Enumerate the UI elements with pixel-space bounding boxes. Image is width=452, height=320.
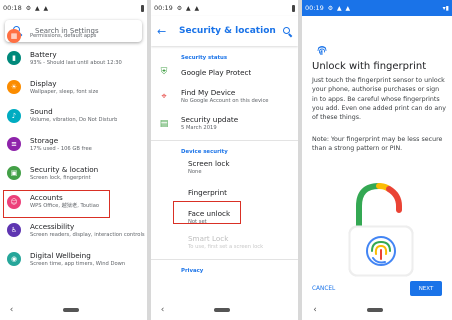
- status-item-title: Google Play Protect: [181, 67, 252, 77]
- status-time: 00:19: [305, 4, 324, 12]
- section-header-security-status: Security status: [181, 55, 228, 61]
- nav-home-icon[interactable]: [366, 308, 383, 312]
- status-item-icon: ⌖: [161, 91, 167, 102]
- settings-item-apps[interactable]: ▦ Permissions, default apps: [0, 26, 147, 46]
- status-item-title: Find My Device: [181, 88, 236, 97]
- settings-item-title: Accessibility: [30, 221, 75, 231]
- device-item-sub: To use, first set a screen lock: [188, 244, 264, 250]
- settings-item[interactable]: ☀ Display Wallpaper, sleep, font size: [0, 73, 147, 102]
- fingerprint-setup-panel: 00:19 ⚙ ▲ ▲ ▾▮ Unlock with fingerprint J…: [302, 0, 452, 320]
- settings-item-icon: ▣: [7, 166, 21, 181]
- settings-item[interactable]: ♿ Accessibility Screen readers, display, i…: [0, 216, 147, 245]
- status-icons: ⚙ ▲ ▲: [25, 4, 50, 12]
- section-header-privacy: Privacy: [181, 268, 204, 274]
- settings-item-title: Storage: [30, 135, 59, 145]
- status-bar: 00:19 ⚙ ▲ ▲: [151, 0, 298, 16]
- settings-item-sub: Screen readers, display, interaction con…: [30, 231, 145, 238]
- settings-panel: 00:18 ⚙ ▲ ▲ Search in Settings ▦ Permiss…: [0, 0, 147, 320]
- nav-home-icon[interactable]: [63, 308, 80, 312]
- settings-item-title: Digital Wellbeing: [30, 250, 91, 260]
- settings-item-sub: Wallpaper, sleep, font size: [30, 88, 99, 95]
- settings-item-icon: ◉: [7, 252, 21, 267]
- settings-item-title: Security & location: [30, 164, 99, 174]
- settings-item-icon: ▮: [7, 51, 21, 66]
- settings-item-sub: Permissions, default apps: [30, 33, 97, 39]
- status-icons: ⚙ ▲ ▲: [176, 4, 201, 12]
- cancel-button[interactable]: CANCEL: [312, 286, 335, 292]
- security-status-item[interactable]: ⌖ Find My Device No Google Account on this…: [151, 83, 298, 110]
- battery-icon: ▾▮: [442, 4, 449, 12]
- nav-back-icon[interactable]: ‹: [10, 305, 14, 315]
- settings-item-icon: ☀: [7, 80, 21, 95]
- page-title: Unlock with fingerprint: [312, 61, 427, 72]
- device-security-item[interactable]: Screen lock None: [151, 155, 298, 180]
- device-item-title: Smart Lock: [188, 234, 229, 243]
- status-item-icon: ⛨: [160, 67, 168, 77]
- fingerprint-lock-illustration: [348, 183, 414, 277]
- settings-item[interactable]: ♪ Sound Volume, vibration, Do Not Disturb: [0, 101, 147, 130]
- section-header-device-security: Device security: [181, 149, 228, 155]
- status-item-sub: 5 March 2019: [181, 125, 217, 131]
- settings-item-sub: Screen time, app timers, Wind Down: [30, 260, 126, 267]
- app-header: ← Security & location: [151, 16, 298, 46]
- device-item-title: Screen lock: [188, 159, 230, 168]
- back-arrow-icon[interactable]: ←: [157, 25, 171, 38]
- device-item-title: Fingerprint: [188, 188, 227, 197]
- nav-bar: ‹: [0, 300, 147, 320]
- settings-item[interactable]: ▣ Security & location Screen lock, fingerp…: [0, 159, 147, 188]
- settings-item-icon: ≡: [7, 137, 21, 152]
- settings-item-sub: Screen lock, fingerprint: [30, 174, 91, 181]
- nav-bar: ‹: [302, 300, 452, 320]
- description-text: Just touch the fingerprint sensor to unl…: [312, 77, 446, 122]
- security-status-item[interactable]: ▤ Security update 5 March 2019: [151, 110, 298, 137]
- battery-icon: [141, 4, 144, 12]
- settings-item[interactable]: ◉ Digital Wellbeing Screen time, app timer…: [0, 245, 147, 274]
- settings-item-sub: 17% used - 106 GB free: [30, 145, 92, 152]
- settings-item[interactable]: ≡ Storage 17% used - 106 GB free: [0, 130, 147, 159]
- settings-item-icon: ♪: [7, 108, 21, 123]
- next-button[interactable]: NEXT: [410, 281, 442, 296]
- nav-bar: ‹: [151, 300, 298, 320]
- status-icons: ⚙ ▲ ▲: [327, 4, 352, 12]
- device-item-sub: None: [188, 169, 202, 175]
- status-item-icon: ▤: [159, 118, 169, 129]
- settings-item-sub: Volume, vibration, Do Not Disturb: [30, 117, 118, 124]
- settings-item-title: Sound: [30, 107, 53, 117]
- settings-item-title: Battery: [30, 49, 57, 59]
- page-title: Security & location: [179, 26, 276, 36]
- status-bar: 00:18 ⚙ ▲ ▲: [0, 0, 147, 16]
- settings-item-sub: 93% - Should last until about 12:30: [30, 59, 122, 66]
- status-time: 00:18: [3, 4, 22, 12]
- highlight-security-location: [3, 190, 110, 218]
- apps-icon: ▦: [7, 29, 21, 43]
- nav-back-icon[interactable]: ‹: [313, 305, 317, 315]
- device-security-item: Smart Lock To use, first set a screen loc…: [151, 230, 298, 255]
- settings-item-icon: ♿: [7, 223, 21, 238]
- search-icon[interactable]: [283, 26, 292, 36]
- security-location-panel: 00:19 ⚙ ▲ ▲ ← Security & location Securi…: [151, 0, 298, 320]
- status-item-sub: No Google Account on this device: [181, 98, 269, 104]
- status-item-title: Security update: [181, 115, 239, 124]
- settings-item-title: Display: [30, 78, 57, 88]
- status-bar: 00:19 ⚙ ▲ ▲ ▾▮: [302, 0, 452, 16]
- nav-home-icon[interactable]: [214, 308, 231, 312]
- highlight-fingerprint: [173, 201, 241, 224]
- security-status-item[interactable]: ⛨ Google Play Protect: [151, 61, 298, 83]
- battery-icon: [292, 4, 295, 12]
- note-text: Note: Your fingerprint may be less secur…: [312, 136, 443, 153]
- nav-back-icon[interactable]: ‹: [161, 305, 165, 315]
- fingerprint-icon: [317, 46, 327, 55]
- settings-item[interactable]: ▮ Battery 93% - Should last until about 12…: [0, 44, 147, 73]
- status-time: 00:19: [154, 4, 173, 12]
